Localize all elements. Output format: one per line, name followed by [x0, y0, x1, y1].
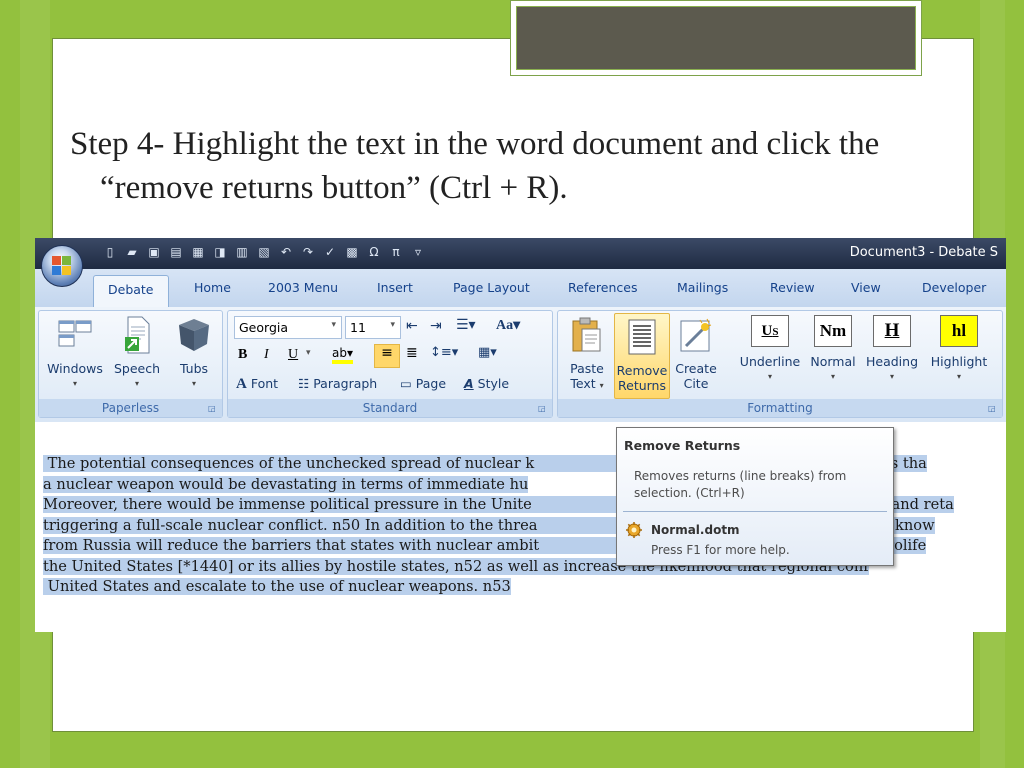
normal-style-icon: Nm [814, 315, 852, 347]
tab-debate[interactable]: Debate [93, 275, 169, 307]
tab-review[interactable]: Review [770, 280, 815, 295]
font-icon: A [236, 376, 247, 392]
numbering-icon[interactable]: ☰▾ [456, 317, 476, 333]
equation-icon[interactable]: π [387, 243, 405, 261]
group-label-paperless: Paperless [39, 399, 222, 417]
font-name-combo[interactable]: Georgia ▾ [234, 316, 342, 339]
print-preview-icon[interactable]: ◨ [211, 243, 229, 261]
underline-button[interactable]: U [288, 347, 298, 363]
windows-icon [57, 315, 93, 355]
tab-insert[interactable]: Insert [377, 280, 413, 295]
create-cite-button[interactable]: Create Cite [672, 315, 720, 391]
speech-button[interactable]: Speech ▾ [109, 315, 165, 391]
justify-icon[interactable]: ≣ [406, 345, 418, 361]
remove-returns-icon [624, 317, 660, 357]
ribbon: Windows ▾ Speech ▾ Tubs ▾ Paperless ◲ Georg… [35, 307, 1006, 423]
italic-button[interactable]: I [264, 347, 269, 363]
group-formatting: Paste Text ▾ Remove Returns Create Cite … [557, 310, 1003, 418]
tab-view[interactable]: View [851, 280, 881, 295]
symbol-icon[interactable]: Ω [365, 243, 383, 261]
gear-icon [626, 522, 642, 538]
tab-page-layout[interactable]: Page Layout [453, 280, 530, 295]
tooltip-separator [623, 511, 887, 512]
tab-developer[interactable]: Developer [922, 280, 986, 295]
font-size-combo[interactable]: 11 ▾ [345, 316, 401, 339]
paste-icon[interactable]: ▧ [255, 243, 273, 261]
tooltip-template-name: Normal.dotm [651, 523, 740, 537]
copy-icon[interactable]: ▥ [233, 243, 251, 261]
window-title: Document3 - Debate S [849, 245, 998, 260]
slide-title-placeholder [510, 0, 922, 76]
page-icon: ▭ [400, 376, 412, 391]
highlight-style-icon: hl [940, 315, 978, 347]
save-icon[interactable]: ▣ [145, 243, 163, 261]
borders-icon[interactable]: ▦▾ [478, 345, 497, 360]
decrease-indent-icon[interactable]: ⇤ [406, 318, 418, 334]
remove-returns-tooltip: Remove Returns Removes returns (line bre… [616, 427, 894, 566]
undo-icon[interactable]: ↶ [277, 243, 295, 261]
print-icon[interactable]: ▦ [189, 243, 207, 261]
heading-style-icon: H [873, 315, 911, 347]
group-standard: Georgia ▾ 11 ▾ ⇤ ⇥ ☰▾ Aa▾ B I U ▾ ab▾ ≡ ≣ … [227, 310, 553, 418]
open-folder-icon[interactable]: ▰ [123, 243, 141, 261]
tab-home[interactable]: Home [194, 280, 231, 295]
remove-returns-button[interactable]: Remove Returns [614, 313, 670, 399]
picture-icon[interactable]: ▩ [343, 243, 361, 261]
highlight-color-button[interactable]: ab▾ [332, 346, 354, 364]
office-button-icon[interactable] [41, 245, 83, 287]
group-label-formatting: Formatting [558, 399, 1002, 417]
clipboard-icon [569, 315, 605, 355]
font-dialog-button[interactable]: A Font [236, 376, 278, 393]
word-screenshot: ▯ ▰ ▣ ▤ ▦ ◨ ▥ ▧ ↶ ↷ ✓ ▩ Ω π ▿ Document3 … [35, 238, 1006, 632]
change-case-button[interactable]: Aa▾ [496, 317, 520, 334]
style-dialog-button[interactable]: A Style [464, 376, 509, 391]
style-icon: A [464, 376, 474, 391]
quick-access-toolbar: ▯ ▰ ▣ ▤ ▦ ◨ ▥ ▧ ↶ ↷ ✓ ▩ Ω π ▿ [99, 243, 427, 261]
tub-icon [176, 315, 212, 355]
page-dialog-button[interactable]: ▭ Page [400, 376, 446, 391]
new-document-icon[interactable]: ▯ [101, 243, 119, 261]
tooltip-help-text: Press F1 for more help. [651, 543, 790, 557]
paragraph-dialog-button[interactable]: ☷ Paragraph [298, 376, 377, 391]
bold-button[interactable]: B [238, 347, 247, 363]
spelling-icon[interactable]: ✓ [321, 243, 339, 261]
highlight-style-button[interactable]: hl Highlight ▾ [924, 315, 994, 384]
paperless-launcher-icon[interactable]: ◲ [208, 404, 218, 414]
group-label-standard: Standard [228, 399, 552, 417]
standard-launcher-icon[interactable]: ◲ [538, 404, 548, 414]
underline-style-icon: US [751, 315, 789, 347]
paste-text-button[interactable]: Paste Text ▾ [564, 315, 610, 393]
tooltip-title: Remove Returns [624, 438, 741, 453]
save-as-icon[interactable]: ▤ [167, 243, 185, 261]
tab-2003-menu[interactable]: 2003 Menu [268, 280, 338, 295]
tooltip-description: Removes returns (line breaks) from selec… [634, 469, 847, 500]
group-paperless: Windows ▾ Speech ▾ Tubs ▾ Paperless ◲ [38, 310, 223, 418]
create-cite-icon [678, 315, 714, 355]
speech-document-icon [119, 315, 155, 355]
doc-line-7: United States and escalate to the use of… [43, 577, 1006, 598]
increase-indent-icon[interactable]: ⇥ [430, 318, 442, 334]
tab-references[interactable]: References [568, 280, 637, 295]
word-titlebar: ▯ ▰ ▣ ▤ ▦ ◨ ▥ ▧ ↶ ↷ ✓ ▩ Ω π ▿ Document3 … [35, 238, 1006, 269]
customize-qat-icon[interactable]: ▿ [409, 243, 427, 261]
tab-mailings[interactable]: Mailings [677, 280, 728, 295]
heading-style-button[interactable]: H Heading ▾ [862, 315, 922, 384]
underline-style-button[interactable]: US Underline ▾ [736, 315, 804, 384]
formatting-launcher-icon[interactable]: ◲ [988, 404, 998, 414]
step-instruction: Step 4- Highlight the text in the word d… [70, 126, 880, 206]
align-left-icon[interactable]: ≡ [374, 344, 400, 368]
paragraph-icon: ☷ [298, 376, 310, 391]
tubs-button[interactable]: Tubs ▾ [169, 315, 219, 391]
redo-icon[interactable]: ↷ [299, 243, 317, 261]
ribbon-tabs: Debate Home 2003 Menu Insert Page Layout… [35, 269, 1006, 307]
windows-button[interactable]: Windows ▾ [45, 315, 105, 391]
line-spacing-icon[interactable]: ↕≡▾ [430, 345, 458, 360]
underline-dropdown-icon[interactable]: ▾ [306, 348, 311, 358]
normal-style-button[interactable]: Nm Normal ▾ [806, 315, 860, 384]
